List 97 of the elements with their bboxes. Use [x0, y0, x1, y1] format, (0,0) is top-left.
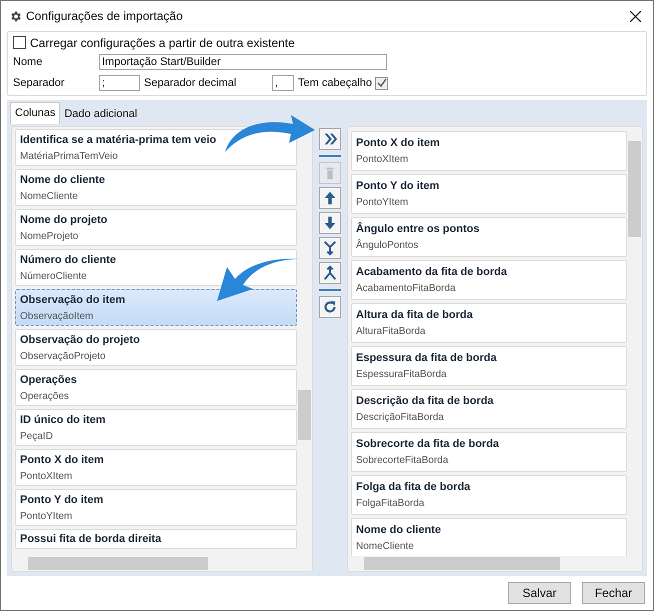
list-item[interactable]: Acabamento da fita de borda AcabamentoFitaBorda: [351, 260, 627, 300]
refresh-icon: [322, 299, 338, 315]
list-item[interactable]: Identifica se a matéria-prima tem veio MatériaPrimaTemVeio: [15, 129, 297, 166]
column-key: FolgaFitaBorda: [356, 497, 622, 510]
double-chevron-icon: [322, 131, 338, 147]
column-key: Operações: [20, 390, 292, 402]
column-title: Ângulo entre os pontos: [356, 222, 480, 236]
up-arrow-icon: [322, 190, 338, 206]
column-key: ObservaçãoProjeto: [20, 350, 292, 362]
curved-arrow-icon: [223, 114, 315, 154]
checkmark-icon: [376, 78, 386, 88]
tab[interactable]: Dado adicional: [60, 104, 142, 124]
list-item[interactable]: Nome do cliente NomeCliente: [15, 169, 297, 206]
column-key: ObservaçãoItem: [20, 310, 292, 322]
tab[interactable]: Colunas: [10, 102, 60, 124]
column-title: Identifica se a matéria-prima tem veio: [20, 132, 218, 146]
checkbox[interactable]: [13, 36, 26, 49]
dialog-button[interactable]: Salvar: [508, 582, 571, 604]
field-label: Separador: [13, 76, 66, 91]
checkbox[interactable]: [375, 76, 388, 90]
dialog-button[interactable]: Fechar: [582, 582, 645, 604]
column-key: NomeProjeto: [20, 230, 292, 242]
column-key: DescriçãoFitaBorda: [356, 411, 622, 424]
list-item[interactable]: Nome do cliente NomeCliente: [351, 518, 627, 556]
toolbar-button[interactable]: [319, 296, 341, 318]
list-item[interactable]: Ponto Y do item PontoYItem: [15, 489, 297, 526]
list-item[interactable]: Sobrecorte da fita de borda SobrecorteFitaBorda: [351, 432, 627, 472]
column-title: Nome do cliente: [356, 523, 442, 537]
toolbar-button[interactable]: [319, 212, 341, 234]
toolbar-button[interactable]: [319, 187, 341, 209]
split-arrows-icon: [322, 265, 338, 281]
column-key: ÂnguloPontos: [356, 239, 622, 252]
list-item[interactable]: Possui fita de borda direita: [15, 529, 297, 549]
list-item[interactable]: Observação do projeto ObservaçãoProjeto: [15, 329, 297, 366]
list-item[interactable]: Espessura da fita de borda EspessuraFitaBorda: [351, 346, 627, 386]
list-item[interactable]: Nome do projeto NomeProjeto: [15, 209, 297, 246]
close-icon: [630, 10, 640, 22]
column-key: NomeCliente: [20, 190, 292, 202]
column-title: Descrição da fita de borda: [356, 394, 495, 408]
merge-arrows-icon: [322, 240, 338, 256]
column-title: Possui fita de borda direita: [20, 532, 162, 546]
field-label: Nome: [13, 54, 44, 70]
separator-input[interactable]: ;: [99, 75, 140, 91]
column-key: AlturaFitaBorda: [356, 325, 622, 338]
window-title: Configurações de importação: [26, 8, 183, 25]
list-item[interactable]: Ponto X do item PontoXItem: [351, 131, 627, 171]
list-item[interactable]: Ponto X do item PontoXItem: [15, 449, 297, 486]
scrollbar-thumb[interactable]: [298, 390, 311, 440]
scrollbar-thumb[interactable]: [28, 557, 208, 570]
column-title: Ponto Y do item: [20, 492, 104, 506]
column-title: ID único do item: [20, 412, 107, 426]
toolbar-button[interactable]: [319, 128, 341, 150]
column-key: PontoYItem: [356, 196, 622, 209]
column-key: PontoXItem: [356, 153, 622, 166]
column-title: Número do cliente: [20, 252, 117, 266]
column-title: Observação do item: [20, 292, 126, 306]
scrollbar-thumb[interactable]: [364, 557, 560, 570]
scrollbar-thumb[interactable]: [628, 141, 641, 237]
gear-icon: [9, 10, 22, 22]
column-key: MatériaPrimaTemVeio: [20, 150, 292, 162]
column-title: Ponto Y do item: [356, 179, 440, 193]
toolbar-button[interactable]: [319, 237, 341, 259]
list-item[interactable]: ID único do item PeçaID: [15, 409, 297, 446]
column-key: PontoYItem: [20, 510, 292, 522]
column-title: Sobrecorte da fita de borda: [356, 437, 500, 451]
list-item[interactable]: Ângulo entre os pontos ÂnguloPontos: [351, 217, 627, 257]
column-title: Acabamento da fita de borda: [356, 265, 508, 279]
column-title: Observação do projeto: [20, 332, 141, 346]
toolbar-button[interactable]: [319, 262, 341, 284]
column-title: Nome do projeto: [20, 212, 108, 226]
column-title: Nome do cliente: [20, 172, 106, 186]
column-title: Operações: [20, 372, 78, 386]
column-key: PeçaID: [20, 430, 292, 442]
column-title: Folga da fita de borda: [356, 480, 472, 494]
column-title: Altura da fita de borda: [356, 308, 474, 322]
list-item[interactable]: Folga da fita de borda FolgaFitaBorda: [351, 475, 627, 515]
list-item[interactable]: Operações Operações: [15, 369, 297, 406]
list-item[interactable]: Descrição da fita de borda DescriçãoFitaBorda: [351, 389, 627, 429]
decimal-separator-input[interactable]: ,: [272, 75, 294, 91]
list-item[interactable]: Número do cliente NúmeroCliente: [15, 249, 297, 286]
field-label: Separador decimal: [144, 76, 238, 91]
column-key: AcabamentoFitaBorda: [356, 282, 622, 295]
column-key: PontoXItem: [20, 470, 292, 482]
column-title: Ponto X do item: [356, 136, 441, 150]
list-item[interactable]: Altura da fita de borda AlturaFitaBorda: [351, 303, 627, 343]
checkbox-label: Tem cabeçalho: [298, 76, 372, 91]
name-input[interactable]: Importação Start/Builder: [99, 54, 387, 70]
column-key: EspessuraFitaBorda: [356, 368, 622, 381]
checkbox-label: Carregar configurações a partir de outra existente: [30, 34, 295, 52]
list-item[interactable]: Observação do item ObservaçãoItem: [15, 289, 297, 326]
column-key: SobrecorteFitaBorda: [356, 454, 622, 467]
list-item[interactable]: Ponto Y do item PontoYItem: [351, 174, 627, 214]
column-title: Espessura da fita de borda: [356, 351, 498, 365]
column-key: NúmeroCliente: [20, 270, 292, 282]
column-key: NomeCliente: [356, 540, 622, 553]
down-arrow-icon: [322, 215, 338, 231]
column-title: Ponto X do item: [20, 452, 105, 466]
